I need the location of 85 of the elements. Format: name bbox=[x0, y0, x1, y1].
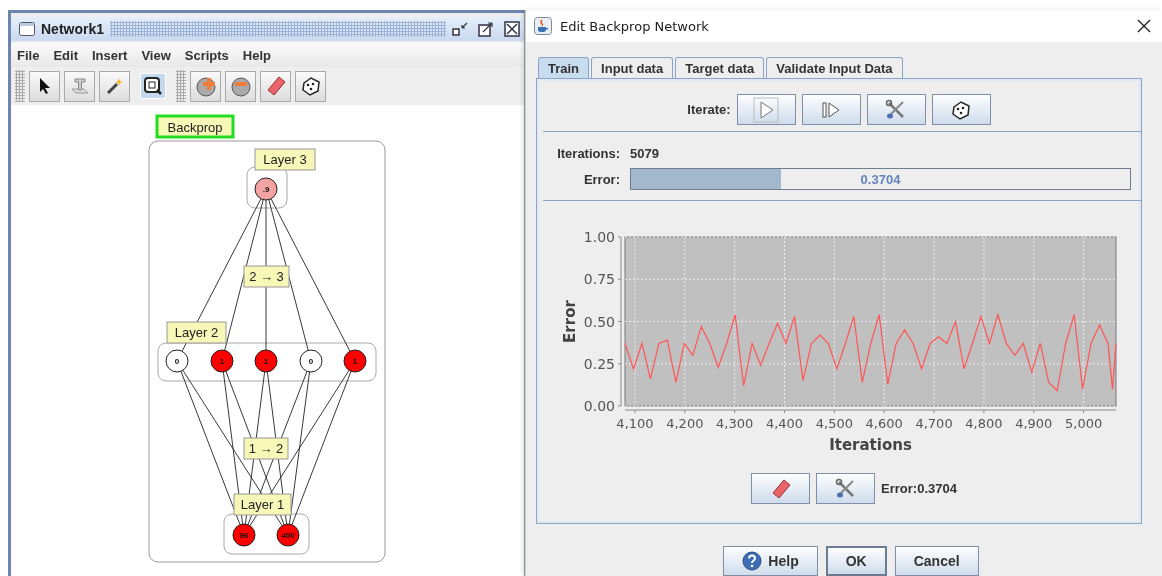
menu-item[interactable]: Help bbox=[242, 47, 271, 63]
pointer-icon bbox=[37, 77, 52, 95]
weight-label: 2 → 3 bbox=[243, 265, 290, 288]
menu-item[interactable]: Scripts bbox=[184, 47, 229, 63]
wand-icon bbox=[105, 77, 124, 95]
x-tick-label: 4,200 bbox=[666, 416, 704, 431]
y-tick-label: 0.00 bbox=[583, 398, 615, 414]
layer-label: Layer 1 bbox=[233, 493, 292, 516]
neuron-value: 1 bbox=[352, 357, 358, 366]
x-axis-title: Iterations bbox=[829, 436, 912, 454]
dialog-title: Edit Backprop Network bbox=[560, 18, 710, 34]
y-tick-label: 0.50 bbox=[583, 313, 615, 330]
neuron-value: 1 bbox=[263, 357, 269, 366]
y-tick-label: 0.25 bbox=[583, 355, 615, 372]
help-icon bbox=[742, 551, 763, 571]
toolbar-grip[interactable] bbox=[15, 70, 25, 102]
cup-icon bbox=[534, 17, 552, 35]
neuron[interactable] bbox=[165, 349, 189, 373]
neuron[interactable] bbox=[232, 523, 256, 547]
x-tick-label: 4,400 bbox=[765, 416, 804, 431]
maximize-icon[interactable] bbox=[478, 21, 494, 37]
weight-label: 1 → 2 bbox=[243, 437, 289, 460]
neuron-value: 0 bbox=[308, 357, 314, 366]
chart-button[interactable] bbox=[816, 473, 876, 504]
neuron-value: 1 bbox=[219, 357, 225, 366]
close-icon[interactable] bbox=[1136, 18, 1152, 34]
iterations-label: Iterations: bbox=[556, 146, 620, 161]
neuron[interactable] bbox=[299, 349, 323, 373]
dialog-button[interactable]: Cancel bbox=[894, 546, 979, 576]
text-tool-icon bbox=[69, 77, 90, 95]
play-icon bbox=[753, 96, 780, 123]
dialog-button[interactable]: OK bbox=[825, 546, 887, 576]
dice-icon bbox=[299, 75, 322, 97]
neuron[interactable] bbox=[210, 349, 234, 373]
menu-item[interactable]: View bbox=[141, 47, 171, 63]
add-neuron-icon bbox=[194, 75, 217, 97]
y-tick-label: 1.00 bbox=[583, 229, 615, 245]
tool-button[interactable] bbox=[29, 70, 60, 102]
x-tick-label: 4,800 bbox=[965, 416, 1003, 431]
layer-label: Layer 2 bbox=[166, 321, 227, 344]
error-readout: Error:0.3704 bbox=[881, 481, 957, 496]
progress-value: 0.3704 bbox=[859, 172, 902, 187]
network-group-label[interactable]: Backprop bbox=[155, 114, 235, 139]
window-icon bbox=[19, 22, 35, 36]
restore-icon[interactable] bbox=[452, 22, 468, 36]
tab[interactable]: Input data bbox=[591, 57, 674, 78]
x-tick-label: 4,100 bbox=[616, 416, 654, 431]
zoom-icon bbox=[143, 76, 163, 96]
iterate-button[interactable] bbox=[931, 94, 991, 125]
layer-label: Layer 3 bbox=[254, 148, 316, 171]
x-tick-label: 4,300 bbox=[716, 416, 754, 431]
neuron[interactable] bbox=[343, 349, 367, 373]
chart-button[interactable] bbox=[751, 473, 811, 504]
x-tick-label: 4,700 bbox=[915, 416, 953, 431]
x-tick-label: 5,000 bbox=[1065, 416, 1103, 431]
tools-icon bbox=[834, 477, 857, 500]
x-tick-label: 4,500 bbox=[815, 416, 853, 431]
neuron[interactable] bbox=[254, 349, 278, 373]
menu-item[interactable]: File bbox=[17, 47, 40, 63]
y-tick-label: 0.75 bbox=[583, 271, 615, 288]
menu-item[interactable]: Insert bbox=[91, 47, 128, 63]
tab[interactable]: Train bbox=[538, 57, 590, 78]
x-tick-label: 4,600 bbox=[865, 416, 903, 431]
neuron-value: 400 bbox=[281, 531, 295, 540]
dialog-button[interactable]: Help bbox=[723, 546, 818, 576]
iterations-value: 5079 bbox=[630, 146, 660, 161]
neuron[interactable] bbox=[254, 177, 278, 201]
error-label: Error: bbox=[582, 171, 620, 187]
tab[interactable]: Target data bbox=[675, 57, 765, 78]
window-title: Network1 bbox=[41, 21, 105, 37]
tab[interactable]: Validate Input Data bbox=[766, 57, 903, 78]
tool-button[interactable] bbox=[295, 70, 326, 102]
close-icon[interactable] bbox=[504, 21, 520, 37]
remove-neuron-icon bbox=[229, 75, 252, 97]
neuron-value: 96 bbox=[239, 531, 249, 540]
neuron[interactable] bbox=[276, 523, 300, 547]
neuron-value: .9 bbox=[262, 185, 270, 194]
y-axis-title: Error bbox=[561, 300, 579, 343]
tool-button[interactable] bbox=[99, 70, 130, 102]
iterate-label: Iterate: bbox=[687, 102, 731, 117]
menu-item[interactable]: Edit bbox=[53, 47, 78, 63]
neuron-value: 0 bbox=[174, 357, 180, 366]
toolbar-grip[interactable] bbox=[176, 70, 186, 102]
dice-icon bbox=[950, 98, 973, 121]
x-tick-label: 4,900 bbox=[1015, 416, 1053, 431]
